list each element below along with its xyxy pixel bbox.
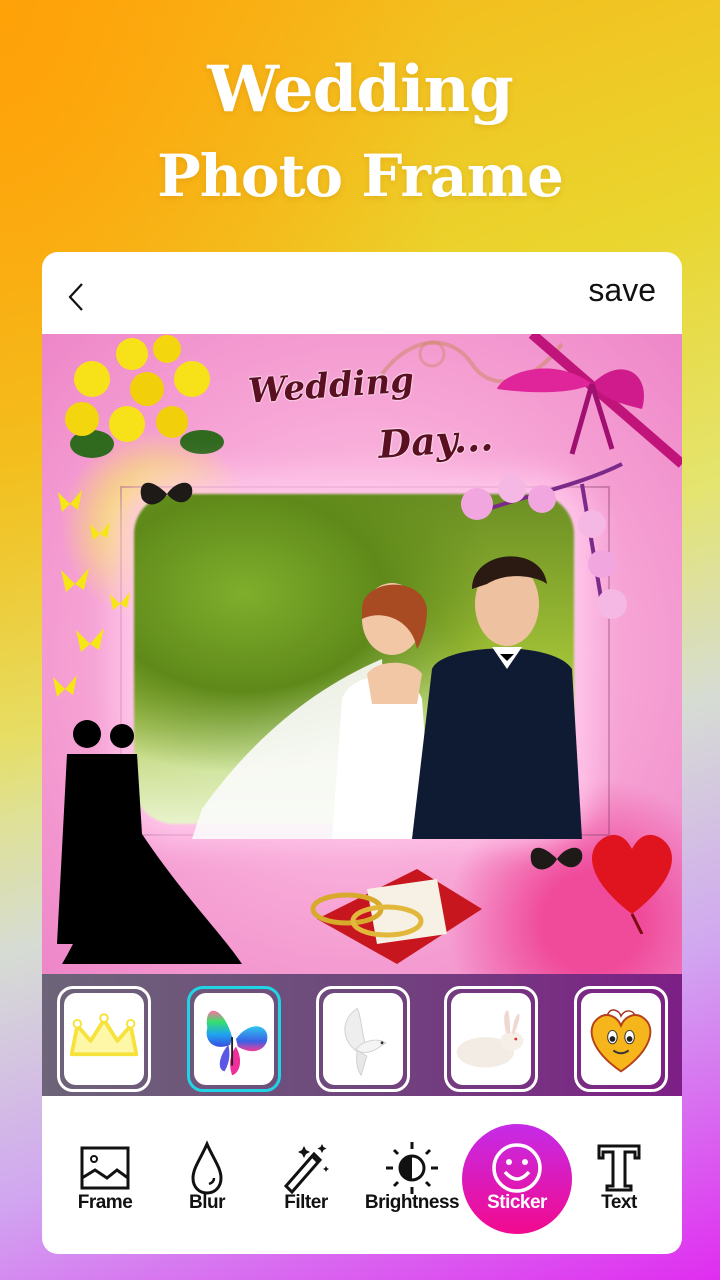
sticker-strip <box>42 974 682 1096</box>
tool-brightness[interactable]: Brightness <box>362 1126 462 1226</box>
cherry-blossom-decoration <box>461 462 627 619</box>
yellow-butterflies-decoration <box>53 490 130 697</box>
rabbit-icon <box>456 1010 524 1068</box>
tool-filter[interactable]: Filter <box>256 1126 356 1226</box>
crown-icon <box>69 1013 139 1057</box>
tool-blur-label: Blur <box>189 1192 226 1213</box>
sticker-thumb-dove[interactable] <box>316 986 410 1092</box>
heart-smiley-icon <box>590 1009 652 1073</box>
chevron-left-icon <box>68 283 83 311</box>
smiley-icon <box>492 1143 542 1193</box>
sticker-thumb-crown[interactable] <box>57 986 151 1092</box>
couple-silhouette-decoration <box>57 720 242 964</box>
overlay-text-wedding: Wedding <box>246 360 416 412</box>
dove-icon <box>344 1007 387 1077</box>
editor-card: save Wedding Day... Frame Blur Filter Br… <box>42 252 682 1254</box>
brightness-icon <box>386 1142 438 1194</box>
magic-wand-icon <box>283 1144 329 1195</box>
sticker-thumb-rabbit[interactable] <box>444 986 538 1092</box>
photo-canvas[interactable]: Wedding Day... <box>42 334 682 974</box>
butterfly-icon <box>206 1010 268 1076</box>
tool-frame-label: Frame <box>77 1192 133 1213</box>
yellow-roses-decoration <box>65 335 224 458</box>
tool-filter-label: Filter <box>284 1192 328 1213</box>
image-frame-icon <box>80 1146 130 1190</box>
tool-text-label: Text <box>601 1192 637 1213</box>
hero-title-line2: Photo Frame <box>157 142 564 210</box>
tool-blur[interactable]: Blur <box>157 1126 257 1226</box>
overlay-text-day: Day... <box>376 414 495 467</box>
back-button[interactable] <box>62 280 92 314</box>
text-icon <box>597 1144 641 1192</box>
rings-envelope-decoration <box>310 869 482 964</box>
tool-sticker-label: Sticker <box>487 1192 547 1213</box>
tool-frame[interactable]: Frame <box>55 1126 155 1226</box>
rose-heart-decoration <box>592 834 672 934</box>
hero-title-line1: Wedding <box>207 52 513 127</box>
tool-sticker[interactable]: Sticker <box>462 1124 572 1234</box>
top-bar: save <box>42 252 682 334</box>
sticker-thumb-heart-face[interactable] <box>574 986 668 1092</box>
save-button[interactable]: save <box>588 272 656 309</box>
bottom-toolbar: Frame Blur Filter Brightness Sticker Tex… <box>42 1096 682 1254</box>
black-butterfly-decoration <box>530 847 583 870</box>
drop-icon <box>191 1140 223 1195</box>
sticker-thumb-butterfly[interactable] <box>187 986 281 1092</box>
tool-brightness-label: Brightness <box>364 1192 460 1213</box>
tool-text[interactable]: Text <box>569 1126 669 1226</box>
